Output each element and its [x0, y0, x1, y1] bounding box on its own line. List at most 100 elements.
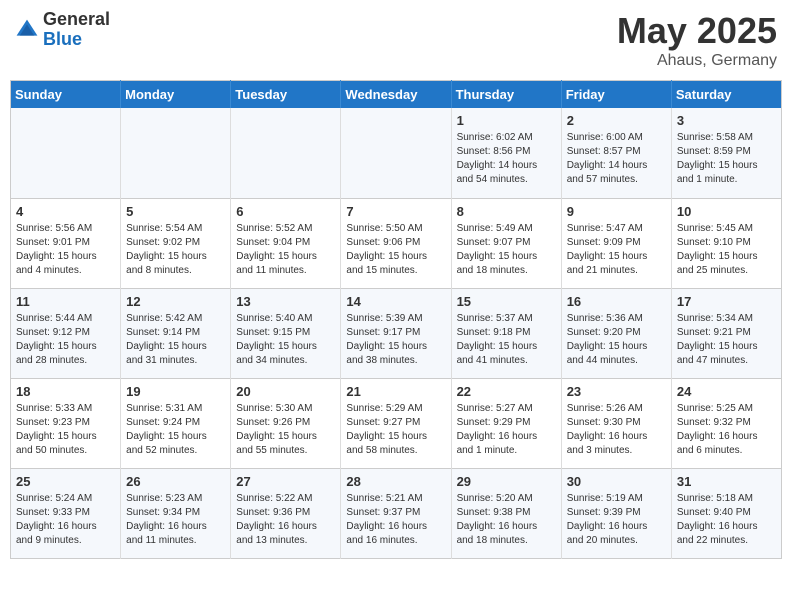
day-detail: Sunrise: 5:49 AM Sunset: 9:07 PM Dayligh…: [457, 222, 556, 278]
day-detail: Sunrise: 5:44 AM Sunset: 9:12 PM Dayligh…: [16, 312, 115, 368]
weekday-header-wednesday: Wednesday: [341, 81, 451, 109]
day-number: 4: [16, 204, 115, 219]
weekday-header-saturday: Saturday: [671, 81, 781, 109]
weekday-header-thursday: Thursday: [451, 81, 561, 109]
day-detail: Sunrise: 5:25 AM Sunset: 9:32 PM Dayligh…: [677, 402, 776, 458]
day-detail: Sunrise: 5:22 AM Sunset: 9:36 PM Dayligh…: [236, 492, 335, 548]
day-detail: Sunrise: 5:37 AM Sunset: 9:18 PM Dayligh…: [457, 312, 556, 368]
logo-text: General Blue: [43, 10, 110, 50]
day-cell-2: 2 Sunrise: 6:00 AM Sunset: 8:57 PM Daylig…: [561, 108, 671, 198]
day-cell-24: 24 Sunrise: 5:25 AM Sunset: 9:32 PM Dayli…: [671, 378, 781, 468]
day-detail: Sunrise: 5:54 AM Sunset: 9:02 PM Dayligh…: [126, 222, 225, 278]
day-cell-20: 20 Sunrise: 5:30 AM Sunset: 9:26 PM Dayli…: [231, 378, 341, 468]
week-row-4: 18 Sunrise: 5:33 AM Sunset: 9:23 PM Dayli…: [11, 378, 782, 468]
day-detail: Sunrise: 5:21 AM Sunset: 9:37 PM Dayligh…: [346, 492, 445, 548]
day-cell-15: 15 Sunrise: 5:37 AM Sunset: 9:18 PM Dayli…: [451, 288, 561, 378]
day-detail: Sunrise: 5:56 AM Sunset: 9:01 PM Dayligh…: [16, 222, 115, 278]
day-number: 7: [346, 204, 445, 219]
weekday-header-row: SundayMondayTuesdayWednesdayThursdayFrid…: [11, 81, 782, 109]
day-number: 9: [567, 204, 666, 219]
day-cell-31: 31Sunrise: 5:18 AM Sunset: 9:40 PM Dayli…: [671, 468, 781, 558]
week-row-3: 11 Sunrise: 5:44 AM Sunset: 9:12 PM Dayli…: [11, 288, 782, 378]
day-cell-12: 12Sunrise: 5:42 AM Sunset: 9:14 PM Dayli…: [121, 288, 231, 378]
weekday-header-tuesday: Tuesday: [231, 81, 341, 109]
day-detail: Sunrise: 5:20 AM Sunset: 9:38 PM Dayligh…: [457, 492, 556, 548]
calendar-location: Ahaus, Germany: [617, 52, 777, 70]
day-number: 22: [457, 384, 556, 399]
day-number: 15: [457, 294, 556, 309]
day-detail: Sunrise: 5:34 AM Sunset: 9:21 PM Dayligh…: [677, 312, 776, 368]
day-detail: Sunrise: 5:50 AM Sunset: 9:06 PM Dayligh…: [346, 222, 445, 278]
day-detail: Sunrise: 5:27 AM Sunset: 9:29 PM Dayligh…: [457, 402, 556, 458]
day-cell-7: 7 Sunrise: 5:50 AM Sunset: 9:06 PM Daylig…: [341, 198, 451, 288]
logo-icon: [15, 18, 39, 42]
day-number: 21: [346, 384, 445, 399]
day-cell-30: 30 Sunrise: 5:19 AM Sunset: 9:39 PM Dayli…: [561, 468, 671, 558]
weekday-header-sunday: Sunday: [11, 81, 121, 109]
day-detail: Sunrise: 5:39 AM Sunset: 9:17 PM Dayligh…: [346, 312, 445, 368]
weekday-header-monday: Monday: [121, 81, 231, 109]
day-cell-8: 8 Sunrise: 5:49 AM Sunset: 9:07 PM Daylig…: [451, 198, 561, 288]
calendar-title: May 2025: [617, 10, 777, 52]
day-detail: Sunrise: 5:58 AM Sunset: 8:59 PM Dayligh…: [677, 131, 776, 187]
day-detail: Sunrise: 5:33 AM Sunset: 9:23 PM Dayligh…: [16, 402, 115, 458]
day-number: 20: [236, 384, 335, 399]
day-detail: Sunrise: 5:42 AM Sunset: 9:14 PM Dayligh…: [126, 312, 225, 368]
day-number: 17: [677, 294, 776, 309]
day-number: 11: [16, 294, 115, 309]
day-cell-4: 4 Sunrise: 5:56 AM Sunset: 9:01 PM Daylig…: [11, 198, 121, 288]
logo: General Blue: [15, 10, 110, 50]
day-number: 30: [567, 474, 666, 489]
day-number: 14: [346, 294, 445, 309]
day-number: 23: [567, 384, 666, 399]
day-number: 3: [677, 113, 776, 128]
day-cell-27: 27 Sunrise: 5:22 AM Sunset: 9:36 PM Dayli…: [231, 468, 341, 558]
day-number: 10: [677, 204, 776, 219]
day-cell-16: 16 Sunrise: 5:36 AM Sunset: 9:20 PM Dayli…: [561, 288, 671, 378]
page-header: General Blue May 2025 Ahaus, Germany: [10, 10, 782, 70]
day-cell-22: 22 Sunrise: 5:27 AM Sunset: 9:29 PM Dayli…: [451, 378, 561, 468]
day-number: 8: [457, 204, 556, 219]
day-cell-3: 3 Sunrise: 5:58 AM Sunset: 8:59 PM Daylig…: [671, 108, 781, 198]
day-cell-9: 9 Sunrise: 5:47 AM Sunset: 9:09 PM Daylig…: [561, 198, 671, 288]
empty-cell: [341, 108, 451, 198]
day-cell-5: 5Sunrise: 5:54 AM Sunset: 9:02 PM Daylig…: [121, 198, 231, 288]
day-detail: Sunrise: 5:36 AM Sunset: 9:20 PM Dayligh…: [567, 312, 666, 368]
day-detail: Sunrise: 5:19 AM Sunset: 9:39 PM Dayligh…: [567, 492, 666, 548]
day-detail: Sunrise: 6:02 AM Sunset: 8:56 PM Dayligh…: [457, 131, 556, 187]
week-row-1: 1Sunrise: 6:02 AM Sunset: 8:56 PM Daylig…: [11, 108, 782, 198]
day-cell-25: 25Sunrise: 5:24 AM Sunset: 9:33 PM Dayli…: [11, 468, 121, 558]
day-number: 29: [457, 474, 556, 489]
day-detail: Sunrise: 6:00 AM Sunset: 8:57 PM Dayligh…: [567, 131, 666, 187]
day-number: 19: [126, 384, 225, 399]
day-detail: Sunrise: 5:40 AM Sunset: 9:15 PM Dayligh…: [236, 312, 335, 368]
calendar-table: SundayMondayTuesdayWednesdayThursdayFrid…: [10, 80, 782, 559]
day-cell-1: 1Sunrise: 6:02 AM Sunset: 8:56 PM Daylig…: [451, 108, 561, 198]
day-number: 24: [677, 384, 776, 399]
day-cell-10: 10 Sunrise: 5:45 AM Sunset: 9:10 PM Dayli…: [671, 198, 781, 288]
day-cell-11: 11 Sunrise: 5:44 AM Sunset: 9:12 PM Dayli…: [11, 288, 121, 378]
day-detail: Sunrise: 5:30 AM Sunset: 9:26 PM Dayligh…: [236, 402, 335, 458]
day-detail: Sunrise: 5:47 AM Sunset: 9:09 PM Dayligh…: [567, 222, 666, 278]
day-detail: Sunrise: 5:29 AM Sunset: 9:27 PM Dayligh…: [346, 402, 445, 458]
day-cell-21: 21 Sunrise: 5:29 AM Sunset: 9:27 PM Dayli…: [341, 378, 451, 468]
day-number: 13: [236, 294, 335, 309]
day-number: 6: [236, 204, 335, 219]
day-number: 16: [567, 294, 666, 309]
day-detail: Sunrise: 5:31 AM Sunset: 9:24 PM Dayligh…: [126, 402, 225, 458]
day-number: 26: [126, 474, 225, 489]
logo-blue: Blue: [43, 30, 110, 50]
day-detail: Sunrise: 5:45 AM Sunset: 9:10 PM Dayligh…: [677, 222, 776, 278]
empty-cell: [121, 108, 231, 198]
day-cell-26: 26Sunrise: 5:23 AM Sunset: 9:34 PM Dayli…: [121, 468, 231, 558]
day-cell-28: 28Sunrise: 5:21 AM Sunset: 9:37 PM Dayli…: [341, 468, 451, 558]
day-cell-6: 6Sunrise: 5:52 AM Sunset: 9:04 PM Daylig…: [231, 198, 341, 288]
week-row-2: 4 Sunrise: 5:56 AM Sunset: 9:01 PM Daylig…: [11, 198, 782, 288]
day-number: 18: [16, 384, 115, 399]
day-detail: Sunrise: 5:24 AM Sunset: 9:33 PM Dayligh…: [16, 492, 115, 548]
day-number: 27: [236, 474, 335, 489]
weekday-header-friday: Friday: [561, 81, 671, 109]
empty-cell: [231, 108, 341, 198]
day-number: 2: [567, 113, 666, 128]
title-block: May 2025 Ahaus, Germany: [617, 10, 777, 70]
